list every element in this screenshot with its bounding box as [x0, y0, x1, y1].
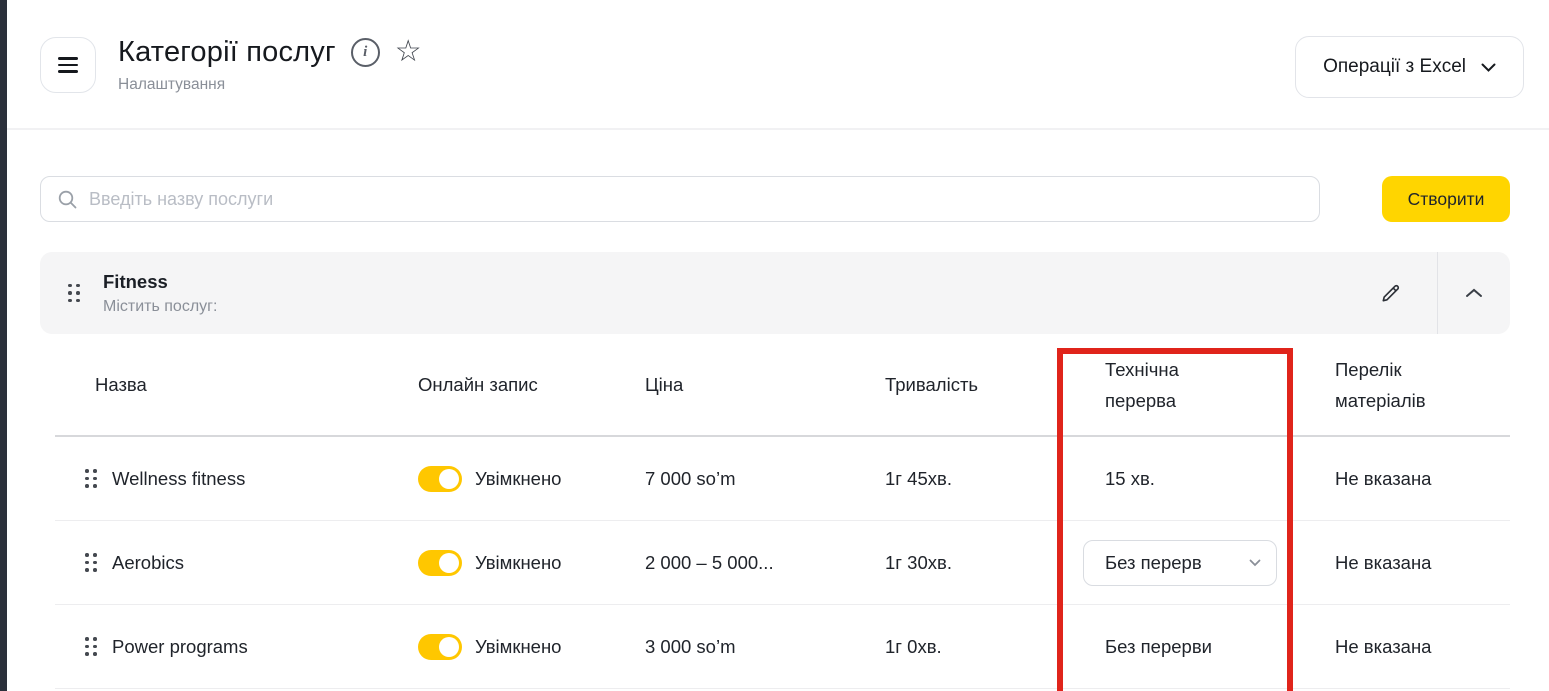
table-row: Power programs Увімкнено 3 000 so’m 1г 0…	[40, 605, 1510, 688]
category-description: Містить послуг:	[103, 298, 217, 316]
pencil-icon	[1379, 282, 1402, 305]
service-duration: 1г 45хв.	[885, 468, 1105, 490]
table-row: Wellness fitness Увімкнено 7 000 so’m 1г…	[40, 437, 1510, 520]
chevron-down-icon	[1249, 559, 1261, 567]
collapse-category-button[interactable]	[1438, 252, 1510, 334]
online-booking-toggle[interactable]	[418, 466, 462, 492]
service-name: Power programs	[112, 636, 248, 658]
tech-break-select[interactable]: Без перерв	[1083, 540, 1277, 586]
create-button[interactable]: Створити	[1382, 176, 1510, 222]
topbar: Категорії послуг i ☆ Налаштування Операц…	[0, 0, 1549, 128]
service-materials: Не вказана	[1335, 552, 1510, 574]
menu-toggle-button[interactable]	[40, 37, 96, 93]
sidebar-edge	[0, 0, 7, 691]
column-header-materials: Перелік матеріалів	[1335, 354, 1460, 416]
breadcrumb: Налаштування	[118, 76, 422, 94]
service-name: Aerobics	[112, 552, 184, 574]
service-price: 7 000 so’m	[645, 468, 885, 490]
chevron-up-icon	[1465, 288, 1483, 298]
drag-handle-icon[interactable]	[85, 637, 97, 656]
online-booking-toggle[interactable]	[418, 550, 462, 576]
table-header-row: Назва Онлайн запис Ціна Тривалість Техні…	[40, 334, 1510, 435]
hamburger-icon	[58, 57, 78, 60]
service-materials: Не вказана	[1335, 468, 1510, 490]
toggle-status-label: Увімкнено	[475, 468, 561, 490]
toggle-status-label: Увімкнено	[475, 636, 561, 658]
column-header-name: Назва	[40, 374, 418, 396]
toolbar: Створити	[40, 176, 1510, 222]
table-row: Aerobics Увімкнено 2 000 – 5 000... 1г 3…	[40, 521, 1510, 604]
search-input[interactable]	[89, 189, 1303, 210]
main-content: Створити Fitness Містить послуг: Назва О…	[0, 176, 1549, 689]
service-price: 2 000 – 5 000...	[645, 552, 885, 574]
title-block: Категорії послуг i ☆ Налаштування	[118, 36, 422, 94]
category-name: Fitness	[103, 271, 217, 293]
service-price: 3 000 so’m	[645, 636, 885, 658]
online-booking-toggle[interactable]	[418, 634, 462, 660]
column-header-online: Онлайн запис	[418, 374, 645, 396]
drag-handle-icon[interactable]	[68, 284, 80, 303]
row-divider	[55, 688, 1510, 689]
search-icon	[57, 189, 78, 210]
drag-handle-icon[interactable]	[85, 553, 97, 572]
column-header-tech-break: Технічна перерва	[1105, 354, 1230, 416]
column-header-price: Ціна	[645, 374, 885, 396]
service-materials: Не вказана	[1335, 636, 1510, 658]
service-tech-break: 15 хв.	[1105, 468, 1335, 490]
service-tech-break: Без перерви	[1105, 636, 1335, 658]
column-header-duration: Тривалість	[885, 374, 1105, 396]
service-name: Wellness fitness	[112, 468, 245, 490]
services-table: Назва Онлайн запис Ціна Тривалість Техні…	[40, 334, 1510, 689]
edit-category-button[interactable]	[1345, 252, 1437, 334]
toggle-status-label: Увімкнено	[475, 552, 561, 574]
service-duration: 1г 30хв.	[885, 552, 1105, 574]
page-title: Категорії послуг	[118, 36, 336, 69]
chevron-down-icon	[1481, 63, 1496, 72]
excel-operations-button[interactable]: Операції з Excel	[1295, 36, 1524, 98]
drag-handle-icon[interactable]	[85, 469, 97, 488]
category-header: Fitness Містить послуг:	[40, 252, 1510, 334]
info-icon[interactable]: i	[351, 38, 380, 67]
star-icon[interactable]: ☆	[395, 37, 422, 67]
header-divider	[0, 128, 1549, 130]
search-box[interactable]	[40, 176, 1320, 222]
service-duration: 1г 0хв.	[885, 636, 1105, 658]
